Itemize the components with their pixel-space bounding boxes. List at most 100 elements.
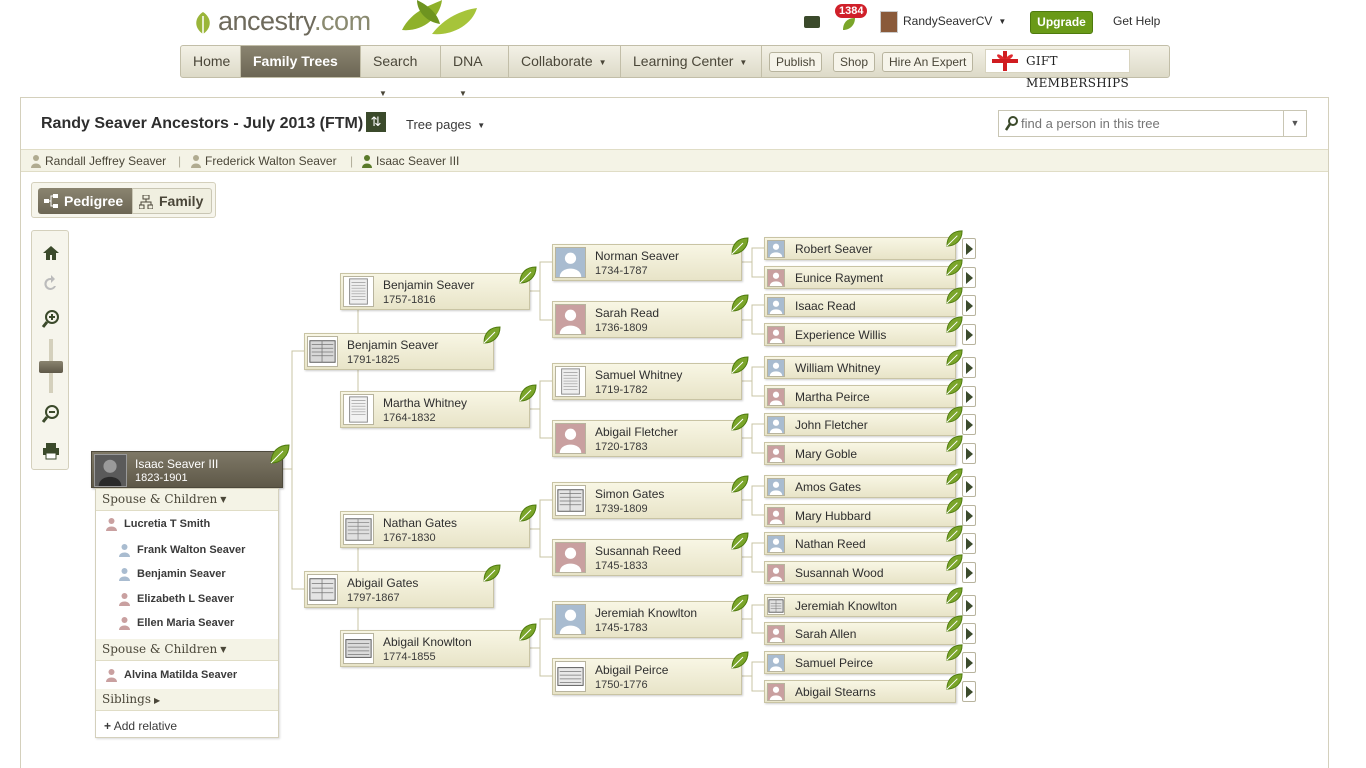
person-name: Mary Goble (795, 447, 858, 461)
expand-ancestors-arrow[interactable] (962, 238, 976, 259)
hint-leaf-icon[interactable] (730, 293, 750, 313)
siblings-header[interactable]: Siblings ▶ (96, 689, 278, 711)
expand-ancestors-arrow[interactable] (962, 623, 976, 644)
document-photo (307, 336, 338, 367)
person-card[interactable]: Experience Willis (764, 316, 963, 346)
family-panel: Spouse & Children ▼ Lucretia T Smith Fran… (95, 488, 279, 738)
document-photo (343, 633, 374, 664)
hint-leaf-icon[interactable] (730, 474, 750, 494)
expand-ancestors-arrow[interactable] (962, 386, 976, 407)
person-card[interactable]: Norman Seaver 1734-1787 (552, 237, 749, 281)
person-card[interactable]: Samuel Whitney 1719-1782 (552, 356, 749, 400)
male-silhouette-icon (767, 416, 785, 434)
hint-leaf-icon[interactable] (482, 563, 502, 583)
spouse-item[interactable]: Alvina Matilda Seaver (106, 669, 237, 682)
person-card[interactable]: William Whitney (764, 349, 963, 379)
person-name: Samuel Peirce (795, 656, 874, 670)
expand-ancestors-arrow[interactable] (962, 476, 976, 497)
male-silhouette-icon (767, 297, 785, 315)
person-card[interactable]: Robert Seaver (764, 230, 963, 260)
person-name: Susannah Wood (795, 566, 884, 580)
person-card[interactable]: John Fletcher (764, 406, 963, 436)
hint-leaf-icon[interactable] (518, 622, 538, 642)
person-name: Nathan Reed (795, 537, 866, 551)
person-name: Abigail Fletcher (595, 425, 678, 439)
hint-leaf-icon[interactable] (730, 650, 750, 670)
person-name: Jeremiah Knowlton (795, 599, 898, 613)
child-item[interactable]: Elizabeth L Seaver (119, 593, 234, 606)
person-card[interactable]: Abigail Peirce 1750-1776 (552, 651, 749, 695)
person-dates: 1739-1809 (595, 503, 648, 515)
expand-ancestors-arrow[interactable] (962, 681, 976, 702)
expand-ancestors-arrow[interactable] (962, 443, 976, 464)
hint-leaf-icon[interactable] (482, 325, 502, 345)
person-card[interactable]: Sarah Allen (764, 615, 963, 645)
person-name: Samuel Whitney (595, 368, 683, 382)
person-dates: 1719-1782 (595, 384, 648, 396)
person-card[interactable]: Abigail Gates 1797-1867 (304, 564, 501, 608)
person-card[interactable]: Eunice Rayment (764, 259, 963, 289)
expand-ancestors-arrow[interactable] (962, 295, 976, 316)
female-person-icon (119, 593, 130, 606)
person-card[interactable]: Mary Hubbard (764, 497, 963, 527)
male-person-icon (119, 544, 130, 557)
expand-ancestors-arrow[interactable] (962, 357, 976, 378)
expand-ancestors-arrow[interactable] (962, 505, 976, 526)
person-card[interactable]: Nathan Reed (764, 525, 963, 555)
add-relative-link[interactable]: + Add relative (104, 719, 177, 733)
hint-leaf-icon[interactable] (269, 443, 291, 465)
female-silhouette-icon (767, 625, 785, 643)
expand-ancestors-arrow[interactable] (962, 652, 976, 673)
hint-leaf-icon[interactable] (518, 265, 538, 285)
person-card[interactable]: Nathan Gates 1767-1830 (340, 504, 537, 548)
person-card[interactable]: Simon Gates 1739-1809 (552, 475, 749, 519)
person-dates: 1720-1783 (595, 441, 648, 453)
person-card[interactable]: Isaac Read (764, 287, 963, 317)
hint-leaf-icon[interactable] (730, 236, 750, 256)
person-card[interactable]: Sarah Read 1736-1809 (552, 294, 749, 338)
male-silhouette-icon (767, 240, 785, 258)
person-name: Abigail Stearns (795, 685, 876, 699)
hint-leaf-icon[interactable] (518, 503, 538, 523)
expand-ancestors-arrow[interactable] (962, 533, 976, 554)
person-name: John Fletcher (795, 418, 868, 432)
hint-leaf-icon[interactable] (730, 531, 750, 551)
expand-ancestors-arrow[interactable] (962, 267, 976, 288)
person-dates: 1734-1787 (595, 265, 648, 277)
person-card[interactable]: Benjamin Seaver 1791-1825 (304, 326, 501, 370)
hint-leaf-icon[interactable] (730, 593, 750, 613)
person-name: Martha Peirce (795, 390, 870, 404)
person-card[interactable]: Benjamin Seaver 1757-1816 (340, 266, 537, 310)
person-name: Sarah Allen (795, 627, 857, 641)
person-card[interactable]: Mary Goble (764, 435, 963, 465)
hint-leaf-icon[interactable] (518, 383, 538, 403)
spouse-children-header[interactable]: Spouse & Children ▼ (96, 489, 278, 511)
expand-ancestors-arrow[interactable] (962, 595, 976, 616)
spouse-item[interactable]: Lucretia T Smith (106, 518, 210, 531)
hint-leaf-icon[interactable] (730, 412, 750, 432)
person-card[interactable]: Susannah Reed 1745-1833 (552, 532, 749, 576)
person-name: Isaac Read (795, 299, 856, 313)
person-dates: 1767-1830 (383, 532, 436, 544)
person-card[interactable]: Abigail Stearns (764, 673, 963, 703)
person-card[interactable]: Jeremiah Knowlton (764, 587, 963, 617)
person-name: Martha Whitney (383, 396, 468, 410)
person-card[interactable]: Susannah Wood (764, 554, 963, 584)
person-card[interactable]: Jeremiah Knowlton 1745-1783 (552, 594, 749, 638)
expand-ancestors-arrow[interactable] (962, 414, 976, 435)
person-card[interactable]: Amos Gates (764, 468, 963, 498)
person-dates: 1750-1776 (595, 679, 648, 691)
child-item[interactable]: Frank Walton Seaver (119, 544, 245, 557)
child-item[interactable]: Ellen Maria Seaver (119, 617, 234, 630)
person-card[interactable]: Abigail Knowlton 1774-1855 (340, 623, 537, 667)
expand-ancestors-arrow[interactable] (962, 562, 976, 583)
person-card[interactable]: Martha Whitney 1764-1832 (340, 384, 537, 428)
spouse-children-header[interactable]: Spouse & Children ▼ (96, 639, 278, 661)
hint-leaf-icon[interactable] (730, 355, 750, 375)
person-card[interactable]: Abigail Fletcher 1720-1783 (552, 413, 749, 457)
person-card[interactable]: Martha Peirce (764, 378, 963, 408)
root-person-card[interactable]: Isaac Seaver III 1823-1901 (91, 444, 290, 488)
person-card[interactable]: Samuel Peirce (764, 644, 963, 674)
child-item[interactable]: Benjamin Seaver (119, 568, 226, 581)
expand-ancestors-arrow[interactable] (962, 324, 976, 345)
